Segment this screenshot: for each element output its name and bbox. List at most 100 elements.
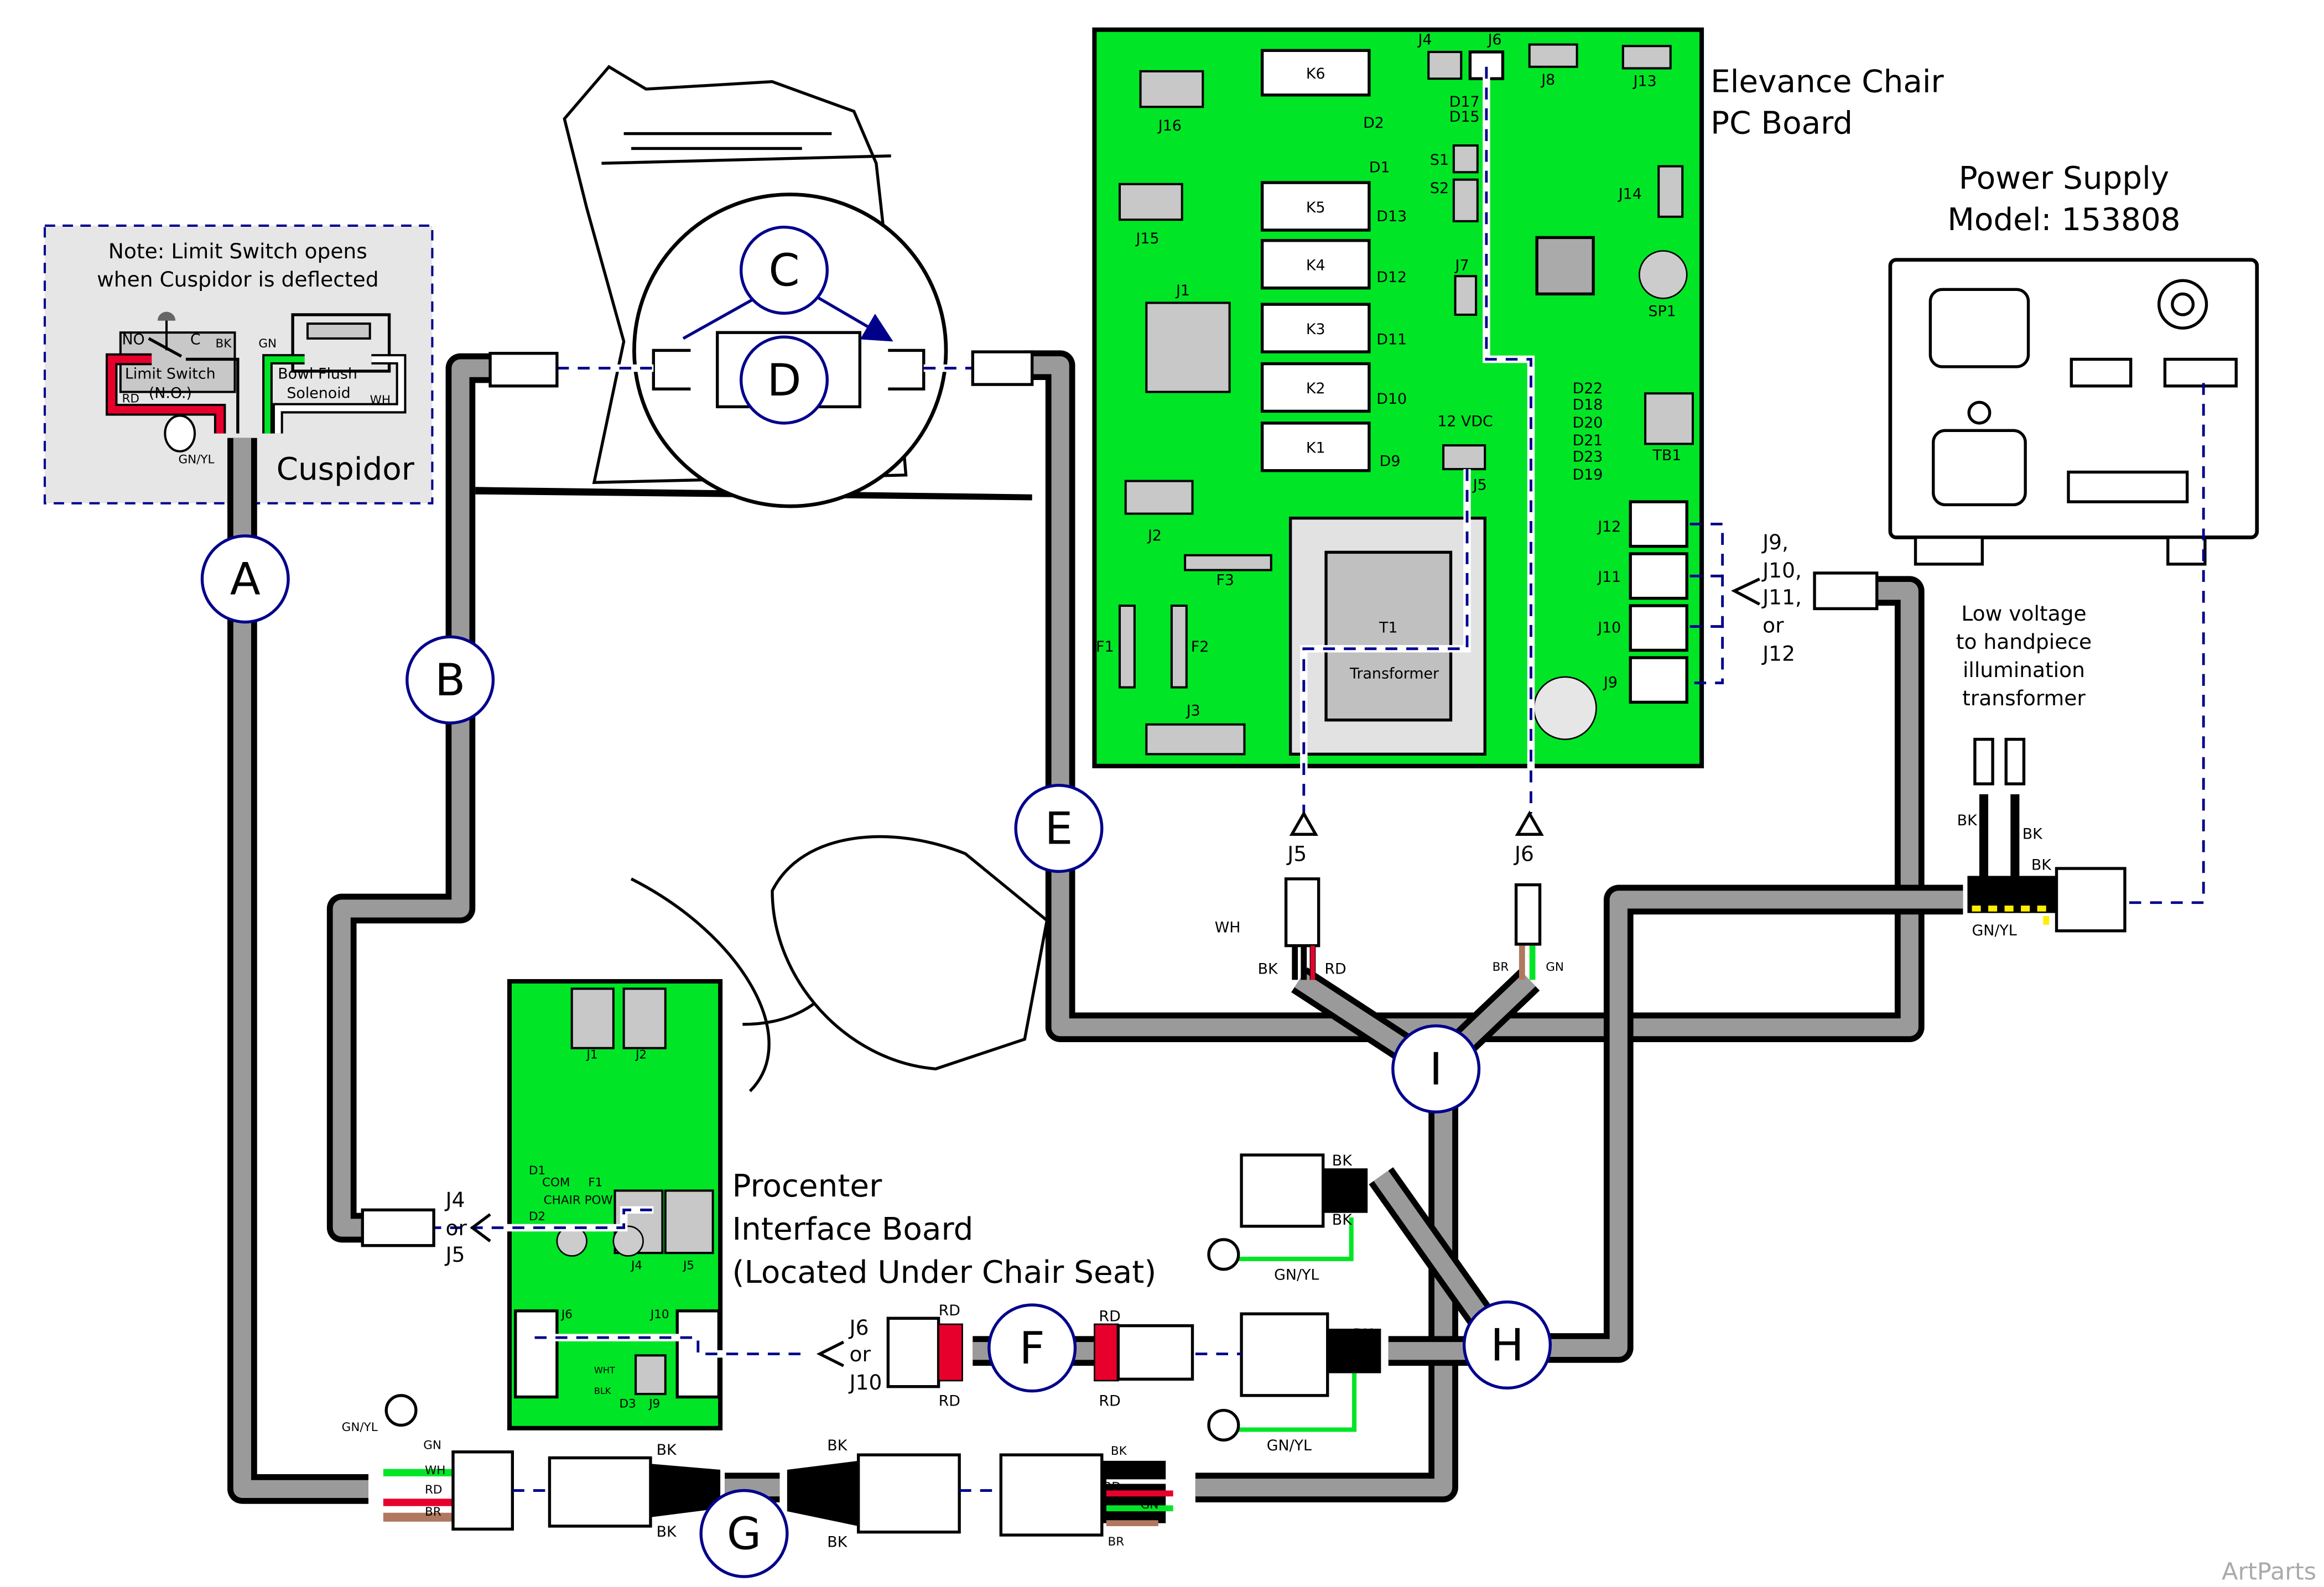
callout-c-label: C: [768, 244, 799, 296]
harness-j6-label: J6: [1514, 842, 1534, 866]
connector-b-bottom: [361, 1208, 435, 1247]
harness-wh-label: WH: [1215, 919, 1241, 936]
low-voltage-line-3: illumination: [1963, 658, 2085, 682]
d20-label: D20: [1573, 414, 1603, 431]
tb1-label: TB1: [1652, 447, 1682, 464]
s2-label: S2: [1430, 180, 1449, 197]
limit-switch-label: Limit Switch: [125, 365, 216, 382]
g-rd-label-2: RD: [1103, 1480, 1120, 1494]
callout-b-label: B: [435, 654, 465, 706]
callout-i-label: I: [1429, 1043, 1443, 1095]
solenoid-label: Solenoid: [287, 384, 350, 402]
callout-c: C: [739, 225, 829, 315]
low-voltage-harness: BK BK BK GN/YL: [1957, 737, 2127, 939]
chair-seat-illustration: [771, 835, 1049, 1071]
ground-icon: [1967, 400, 1992, 425]
callout-d-label: D: [767, 354, 801, 406]
jack-ref-or: or: [1763, 613, 1784, 637]
no-label: NO: [122, 331, 144, 348]
t1-label: T1: [1379, 619, 1397, 636]
j14-label: J14: [1618, 186, 1642, 203]
low-voltage-line-2: to handpiece: [1956, 629, 2092, 654]
pi-jack-j5: [664, 1189, 714, 1255]
voltage-label: 12 VDC: [1437, 413, 1493, 430]
g-gn-label-2: GN: [1141, 1498, 1159, 1512]
f-rd-label-3: RD: [1099, 1308, 1120, 1325]
jack-ref-j10: J10,: [1761, 558, 1802, 582]
callout-f-label: F: [1020, 1322, 1045, 1374]
callout-g-label: G: [727, 1507, 761, 1559]
power-supply-title: Power Supply: [1959, 160, 2169, 196]
g-br-label-2: BR: [1108, 1535, 1125, 1549]
pi-j4-label: J4: [630, 1259, 642, 1273]
j8-label: J8: [1540, 71, 1555, 89]
harness-bk-label: BK: [1258, 961, 1278, 978]
h-gnyl-label-1: GN/YL: [1274, 1266, 1319, 1283]
callout-d: D: [739, 335, 829, 425]
pi-j9-label: J9: [648, 1397, 660, 1411]
harness-br-label: BR: [1493, 960, 1509, 974]
f-rd-label-4: RD: [1099, 1393, 1120, 1410]
jack-ref-j9: J9,: [1761, 530, 1789, 554]
j1-label: J1: [1175, 282, 1190, 299]
d2-label: D2: [1363, 115, 1384, 132]
ground-icon: [164, 414, 196, 452]
pi-blk-label: BLK: [594, 1386, 611, 1396]
ground-icon: [1207, 1408, 1240, 1442]
procenter-title-2: Interface Board: [732, 1211, 974, 1247]
gn-label: GN: [258, 337, 277, 351]
ground-icon: [384, 1394, 418, 1427]
d19-label: D19: [1573, 466, 1603, 483]
callout-a-label: A: [230, 553, 261, 605]
fuse-f1: [1118, 604, 1136, 689]
fuse-f2: [1170, 604, 1188, 689]
g-br-label: BR: [425, 1505, 441, 1519]
wiring-diagram: Note: Limit Switch opens when Cuspidor i…: [43, 27, 2316, 1586]
callout-e-label: E: [1045, 803, 1073, 855]
callout-b: B: [405, 635, 495, 725]
j4-label: J4: [1417, 32, 1432, 49]
d11-label: D11: [1376, 331, 1407, 348]
switch-s1: [1452, 144, 1479, 174]
d13-label: D13: [1376, 208, 1407, 225]
procenter-interface-board: J1 J2 D1 COM F1 CHAIR POWER D2 J4 J5 J6 …: [408, 979, 810, 1430]
j3-label: J3: [1186, 703, 1200, 720]
callout-h-label: H: [1490, 1319, 1524, 1371]
gnyl-label: GN/YL: [178, 452, 214, 466]
power-supply-model: Model: 153808: [1947, 202, 2180, 238]
relay-k2: K2: [1306, 380, 1325, 397]
relay-k5: K5: [1306, 199, 1325, 216]
f-rd-label-2: RD: [939, 1393, 960, 1410]
callout-g: G: [699, 1489, 789, 1578]
fuse-f3: [1184, 554, 1272, 571]
s1-label: S1: [1430, 152, 1449, 169]
ref-j4-label: J4: [445, 1188, 465, 1212]
callout-a: A: [200, 534, 290, 624]
callout-f: F: [987, 1303, 1077, 1393]
f-rd-label-1: RD: [939, 1302, 960, 1319]
note-line-2: when Cuspidor is deflected: [97, 267, 378, 292]
pc-board-title-1: Elevance Chair: [1710, 64, 1944, 100]
pi-com-label: COM: [542, 1175, 570, 1189]
d23-label: D23: [1573, 449, 1603, 466]
sp1-label: SP1: [1648, 303, 1676, 320]
g-wh-label: WH: [425, 1464, 445, 1477]
elevance-pc-board: K6 K5 K4 K3 K2 K1 J16 J15 J1 J2 J3 J4 J6…: [1092, 27, 1704, 814]
f-j6-label: J6: [849, 1315, 869, 1340]
dip-switch-s2: [1452, 178, 1479, 222]
lv-bk-label-2: BK: [2023, 825, 2043, 842]
microcontroller-chip: [1535, 236, 1595, 296]
no-type-label: (N.O.): [149, 384, 192, 402]
j12-label: J12: [1597, 518, 1621, 535]
ground-icon: [1207, 1238, 1240, 1271]
f-j10-label: J10: [849, 1370, 882, 1395]
pi-d3-label: D3: [620, 1397, 636, 1411]
h-bk-label-1: BK: [1332, 1152, 1353, 1169]
callout-h: H: [1462, 1300, 1552, 1390]
d18-label: D18: [1573, 397, 1603, 414]
d12-label: D12: [1376, 269, 1407, 286]
j13-label: J13: [1632, 73, 1657, 90]
procenter-title-3: (Located Under Chair Seat): [732, 1255, 1157, 1291]
pi-d2-label: D2: [529, 1210, 545, 1224]
f2-label: F2: [1191, 638, 1209, 655]
